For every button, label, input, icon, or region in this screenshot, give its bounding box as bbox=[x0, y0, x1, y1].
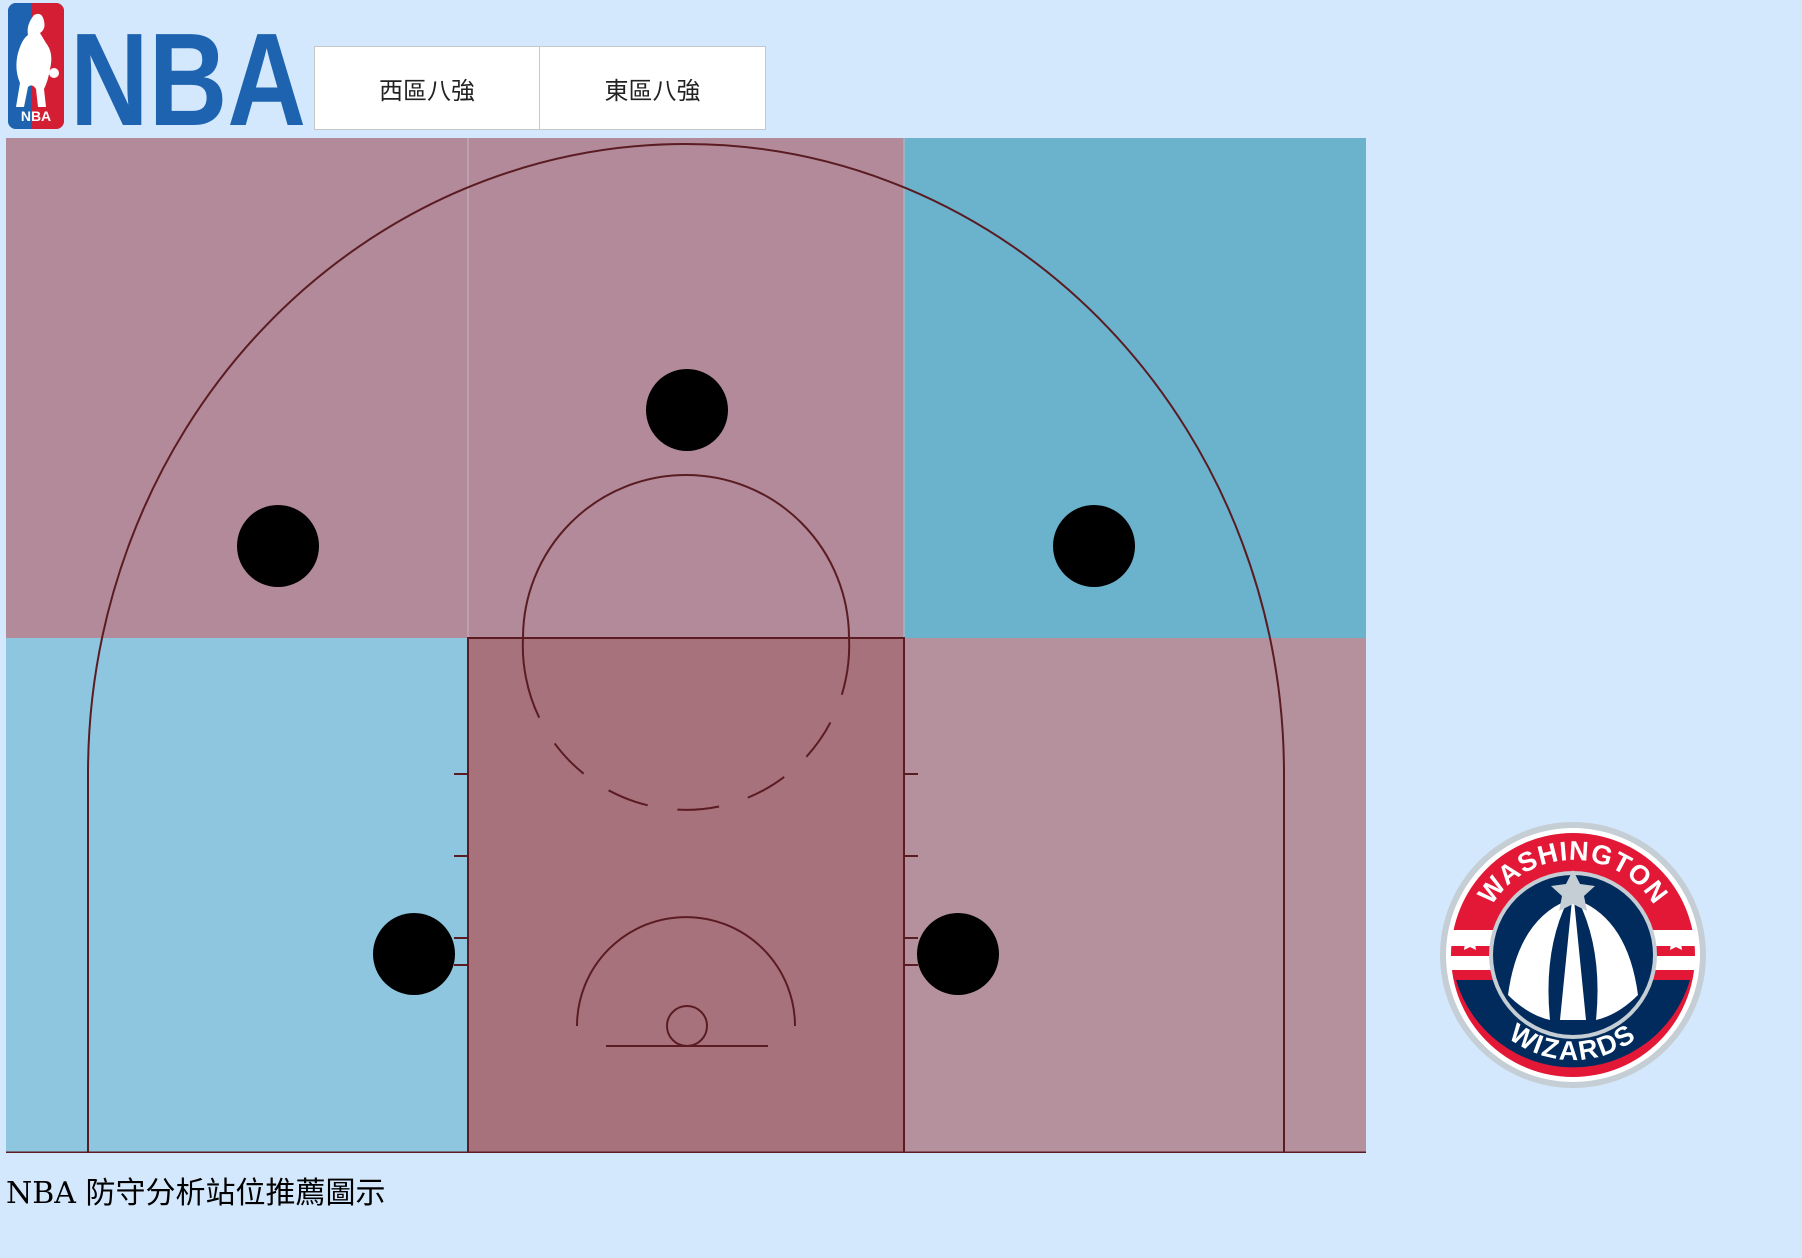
player-marker-left-wing[interactable] bbox=[237, 505, 319, 587]
tab-west-conference[interactable]: 西區八強 bbox=[315, 47, 540, 129]
conference-tabs: 西區八強 東區八強 bbox=[314, 46, 766, 130]
court-zones bbox=[6, 138, 1366, 1153]
nba-logo-wordmark: NBA bbox=[70, 6, 306, 129]
diagram-caption: NBA 防守分析站位推薦圖示 bbox=[6, 1176, 386, 1211]
washington-wizards-logo-icon: WASHINGTON WIZARDS bbox=[1440, 822, 1706, 1088]
zone-right-corner[interactable] bbox=[904, 638, 1366, 1153]
zone-left-corner[interactable] bbox=[6, 638, 468, 1153]
zone-left-wing[interactable] bbox=[6, 138, 468, 638]
player-marker-right-block[interactable] bbox=[917, 913, 999, 995]
half-court-diagram bbox=[6, 138, 1366, 1153]
player-marker-left-block[interactable] bbox=[373, 913, 455, 995]
nba-logo-icon[interactable]: NBA NBA bbox=[6, 3, 306, 129]
nba-logo-badge-text: NBA bbox=[21, 108, 51, 124]
tab-east-conference[interactable]: 東區八強 bbox=[540, 47, 765, 129]
zone-paint[interactable] bbox=[468, 638, 904, 1153]
player-marker-top[interactable] bbox=[646, 369, 728, 451]
player-marker-right-wing[interactable] bbox=[1053, 505, 1135, 587]
zone-right-wing[interactable] bbox=[904, 138, 1366, 638]
